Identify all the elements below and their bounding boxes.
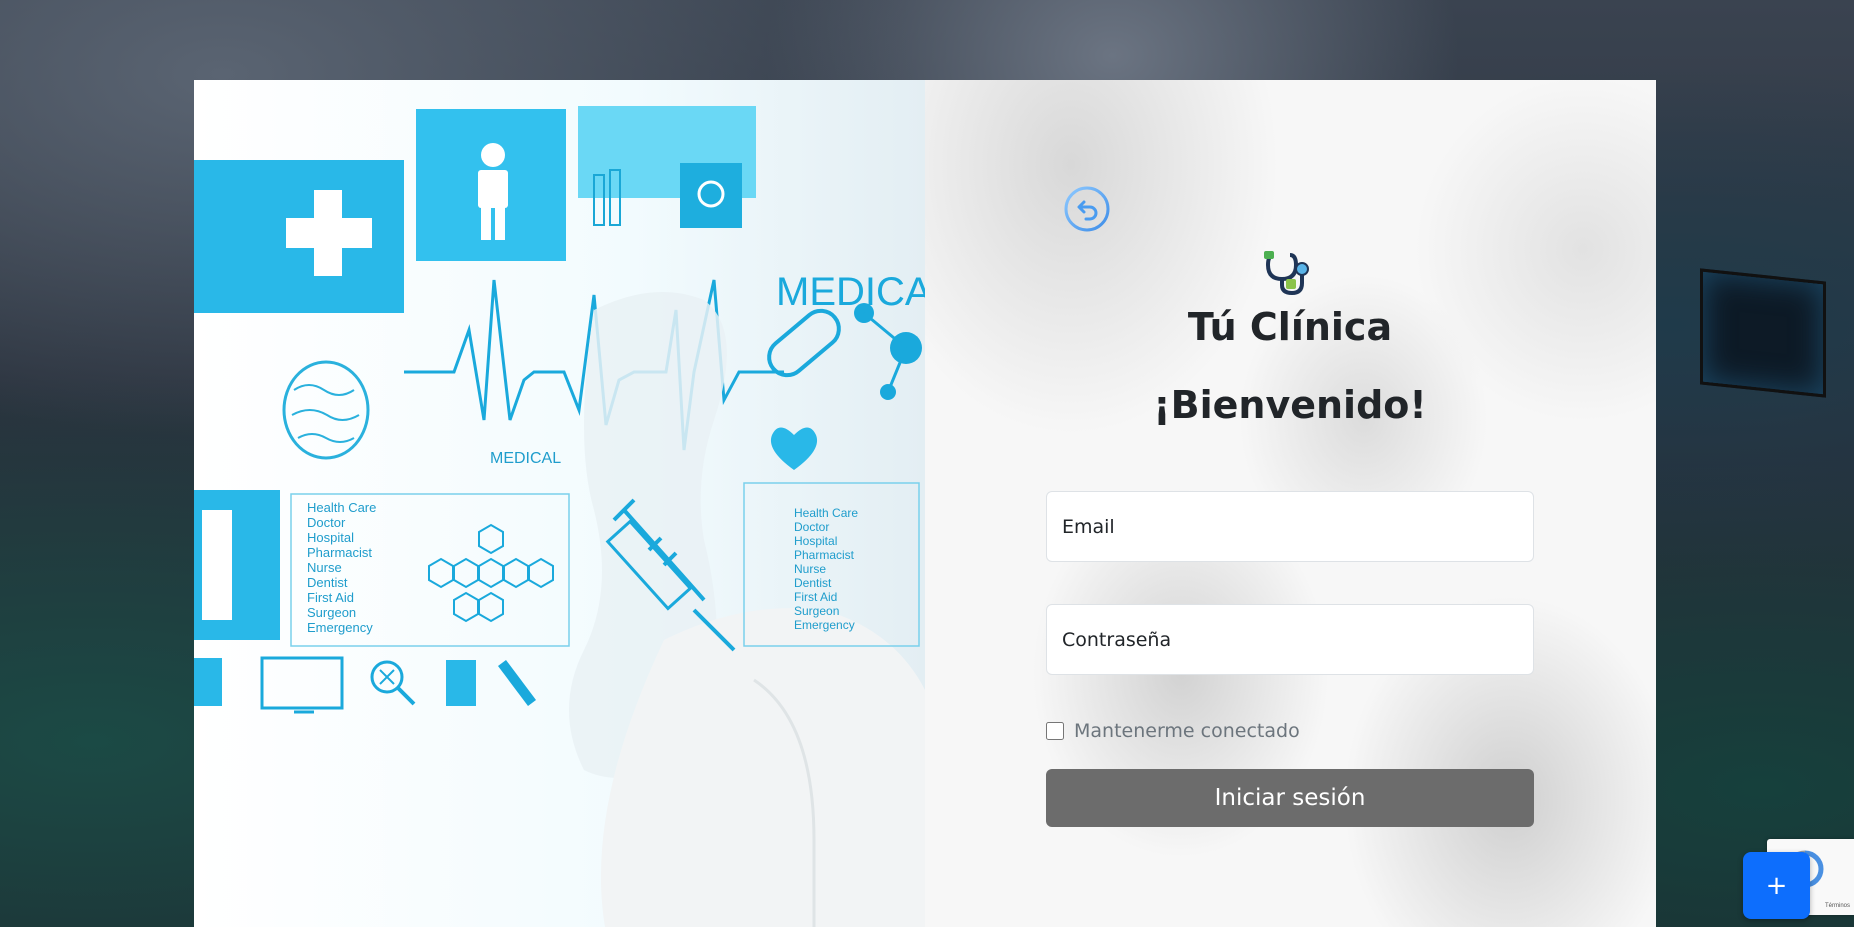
hero-list-left-item: Surgeon (307, 605, 356, 620)
stethoscope-logo-icon (1264, 251, 1309, 296)
hero-list-left-item: Dentist (307, 575, 348, 590)
medical-illustration: MEDICAL MEDICA Health Care Doctor Hospit… (194, 106, 925, 927)
hero-list-right-item: Dentist (794, 576, 832, 590)
hero-list-right-item: Health Care (794, 506, 858, 520)
email-input[interactable] (1047, 492, 1533, 561)
hero-list-right-item: Hospital (794, 534, 837, 548)
remember-me[interactable]: Mantenerme conectado (1046, 720, 1300, 742)
hero-image: MEDICAL MEDICA Health Care Doctor Hospit… (194, 80, 925, 927)
hero-list-right-item: Emergency (794, 618, 855, 632)
hero-list-right-item: Surgeon (794, 604, 839, 618)
recaptcha-terms[interactable]: Términos (1825, 903, 1850, 909)
hero-list-right-item: Pharmacist (794, 548, 855, 562)
back-button[interactable] (1064, 186, 1110, 232)
welcome-heading: ¡Bienvenido! (1153, 383, 1427, 427)
medical-label-2: MEDICAL (490, 450, 561, 467)
email-field (1046, 491, 1534, 562)
remember-checkbox[interactable] (1046, 722, 1064, 740)
hero-list-left-item: Health Care (307, 500, 376, 515)
back-icon (1064, 186, 1110, 232)
hero-list-left-item: First Aid (307, 590, 354, 605)
hero-list-right-item: First Aid (794, 590, 837, 604)
password-field (1046, 604, 1534, 675)
hero-list-right-item: Doctor (794, 520, 829, 534)
logo (1262, 249, 1312, 296)
hero-list-left-item: Hospital (307, 530, 354, 545)
plus-icon: + (1765, 870, 1788, 901)
brand-title: Tú Clínica (1187, 305, 1393, 349)
medical-label-1: MEDICA (776, 270, 925, 314)
background-monitor (1700, 268, 1826, 398)
password-input[interactable] (1047, 605, 1533, 674)
hero-list-left-item: Doctor (307, 515, 346, 530)
hero-list-left-item: Nurse (307, 560, 342, 575)
login-button[interactable]: Iniciar sesión (1046, 769, 1534, 827)
remember-label: Mantenerme conectado (1074, 720, 1300, 742)
hero-list-left-item: Pharmacist (307, 545, 372, 560)
hero-list-left-item: Emergency (307, 620, 373, 635)
hero-list-right-item: Nurse (794, 562, 826, 576)
add-button[interactable]: + (1743, 852, 1810, 919)
